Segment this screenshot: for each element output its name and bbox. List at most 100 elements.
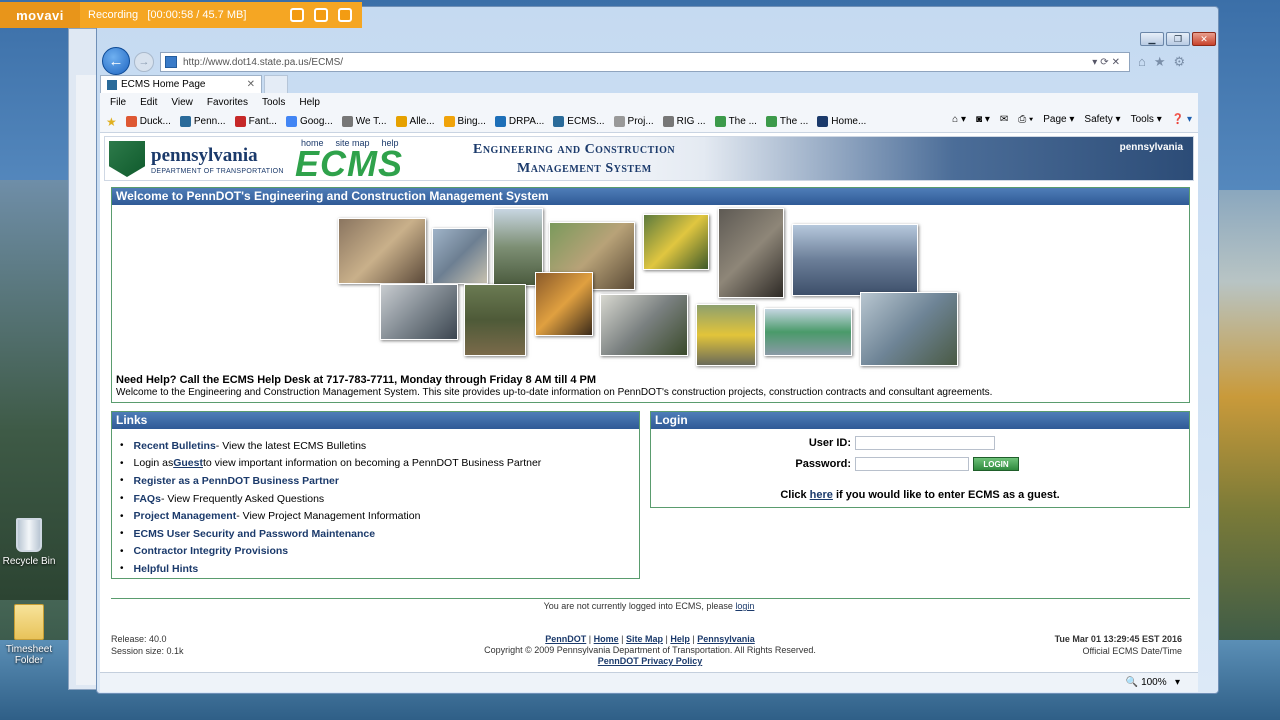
pa-department: DEPARTMENT OF TRANSPORTATION (151, 168, 284, 175)
footer-help-link[interactable]: Help (670, 634, 690, 644)
photo-workers (432, 228, 488, 284)
fav-item[interactable]: The ... (714, 116, 757, 127)
password-input[interactable] (855, 457, 969, 471)
print-icon[interactable]: ⎙ ▾ (1018, 114, 1033, 125)
fav-item[interactable]: Duck... (125, 116, 171, 127)
fav-item[interactable]: Proj... (613, 116, 654, 127)
fav-item[interactable]: Goog... (285, 116, 333, 127)
page-menu[interactable]: Page ▾ (1043, 114, 1074, 125)
list-item: ECMS User Security and Password Maintena… (120, 525, 639, 543)
login-button[interactable]: LOGIN (973, 457, 1019, 471)
back-button[interactable]: ← (102, 47, 130, 75)
user-security-link[interactable]: ECMS User Security and Password Maintena… (134, 528, 376, 540)
stop-icon[interactable] (338, 8, 352, 22)
photo-field (464, 284, 526, 356)
datetime-value: Tue Mar 01 13:29:45 EST 2016 (1054, 634, 1182, 644)
favorites-star-icon[interactable]: ★ (106, 115, 117, 129)
fav-item[interactable]: Fant... (234, 116, 277, 127)
privacy-policy-link[interactable]: PennDOT Privacy Policy (598, 656, 703, 666)
login-panel: Login User ID: Password: LOGIN Click her… (650, 411, 1190, 508)
footer-penndot-link[interactable]: PennDOT (545, 634, 586, 644)
userid-input[interactable] (855, 436, 995, 450)
home-icon[interactable]: ⌂ (1138, 54, 1146, 70)
fav-item[interactable]: ECMS... (553, 116, 605, 127)
tab-close-icon[interactable]: ✕ (247, 79, 255, 90)
photo-truck (696, 304, 756, 366)
recycle-bin-icon (16, 518, 42, 552)
menu-bar: File Edit View Favorites Tools Help (100, 93, 1198, 111)
tab-ecms-home[interactable]: ECMS Home Page ✕ (100, 75, 262, 93)
photo-walkway (860, 292, 958, 366)
page-icon (165, 56, 177, 68)
pa-brand-logo: pennsylvania (1119, 142, 1183, 153)
helpful-hints-link[interactable]: Helpful Hints (134, 563, 199, 575)
forward-button[interactable]: → (134, 52, 154, 72)
guest-login-link[interactable]: Guest (173, 457, 203, 469)
recycle-bin-desktop-icon[interactable]: Recycle Bin (0, 518, 61, 567)
fav-item[interactable]: Home... (817, 116, 866, 127)
datetime-label: Official ECMS Date/Time (1082, 646, 1182, 656)
footer-home-link[interactable]: Home (594, 634, 619, 644)
minimize-button[interactable]: ▁ (1140, 32, 1164, 46)
list-item: Helpful Hints (120, 560, 639, 578)
fav-item[interactable]: RIG ... (662, 116, 706, 127)
tools-menu[interactable]: Tools ▾ (1131, 114, 1162, 125)
footer-login-link[interactable]: login (735, 601, 754, 611)
fav-item[interactable]: The ... (765, 116, 808, 127)
menu-view[interactable]: View (171, 97, 193, 108)
mail-icon[interactable]: ✉ (1000, 114, 1008, 125)
recent-bulletins-link[interactable]: Recent Bulletins (134, 440, 216, 452)
menu-edit[interactable]: Edit (140, 97, 157, 108)
movavi-logo: movavi (0, 2, 80, 28)
timesheet-folder-desktop-icon[interactable]: Timesheet Folder (0, 604, 61, 666)
fav-item[interactable]: DRPA... (494, 116, 544, 127)
maximize-button[interactable]: ❐ (1166, 32, 1190, 46)
footer-links: PennDOT | Home | Site Map | Help | Penns… (100, 634, 1198, 667)
ecms-datetime: Tue Mar 01 13:29:45 EST 2016 Official EC… (1055, 633, 1182, 657)
faqs-link[interactable]: FAQs (134, 493, 161, 505)
feeds-icon[interactable]: ◙ ▾ (976, 114, 990, 125)
browser-top-icons: ⌂ ★ ⚙ (1138, 54, 1185, 70)
gear-icon[interactable]: ⚙ (1174, 54, 1186, 70)
help-icon[interactable]: ❓ ▾ (1172, 114, 1192, 125)
guest-here-link[interactable]: here (810, 489, 833, 501)
footer-sitemap-link[interactable]: Site Map (626, 634, 663, 644)
userid-row: User ID: (751, 436, 995, 450)
safety-menu[interactable]: Safety ▾ (1084, 114, 1120, 125)
recorder-status: Recording [00:00:58 / 45.7 MB] (88, 9, 247, 21)
camera-icon[interactable] (290, 8, 304, 22)
home-command-icon[interactable]: ⌂ ▾ (952, 114, 966, 125)
links-panel: Links Recent Bulletins - View the latest… (111, 411, 640, 579)
close-button[interactable]: ✕ (1192, 32, 1216, 46)
refresh-icon[interactable]: ▾⟳✕ (1092, 57, 1123, 68)
list-item: FAQs - View Frequently Asked Questions (120, 490, 639, 508)
pause-icon[interactable] (314, 8, 328, 22)
zoom-control[interactable]: 🔍 100% ▾ (1126, 677, 1180, 688)
copyright-text: Copyright © 2009 Pennsylvania Department… (484, 645, 816, 655)
keystone-logo-icon (109, 141, 145, 177)
fav-item[interactable]: We T... (341, 116, 387, 127)
photo-crew (718, 208, 784, 298)
status-bar: 🔍 100% ▾ (100, 672, 1198, 692)
links-title: Links (112, 412, 639, 429)
project-management-link[interactable]: Project Management (134, 510, 237, 522)
login-title: Login (651, 412, 1189, 429)
fav-item[interactable]: Bing... (443, 116, 486, 127)
footer-pennsylvania-link[interactable]: Pennsylvania (697, 634, 755, 644)
command-bar: ⌂ ▾ ◙ ▾ ✉ ⎙ ▾ Page ▾ Safety ▾ Tools ▾ ❓ … (952, 114, 1192, 125)
web-page: pennsylvania DEPARTMENT OF TRANSPORTATIO… (100, 133, 1198, 672)
address-bar[interactable]: http://www.dot14.state.pa.us/ECMS/ ▾⟳✕ (160, 52, 1130, 72)
menu-file[interactable]: File (110, 97, 126, 108)
star-icon[interactable]: ★ (1154, 54, 1166, 70)
contractor-integrity-link[interactable]: Contractor Integrity Provisions (134, 545, 289, 557)
recycle-bin-label: Recycle Bin (2, 556, 56, 567)
register-partner-link[interactable]: Register as a PennDOT Business Partner (134, 475, 339, 487)
menu-help[interactable]: Help (299, 97, 320, 108)
url-text: http://www.dot14.state.pa.us/ECMS/ (183, 56, 344, 68)
new-tab-button[interactable] (264, 75, 288, 93)
menu-favorites[interactable]: Favorites (207, 97, 248, 108)
menu-tools[interactable]: Tools (262, 97, 285, 108)
fav-item[interactable]: Alle... (395, 116, 435, 127)
fav-item[interactable]: Penn... (179, 116, 226, 127)
tab-strip: ECMS Home Page ✕ (100, 75, 288, 93)
